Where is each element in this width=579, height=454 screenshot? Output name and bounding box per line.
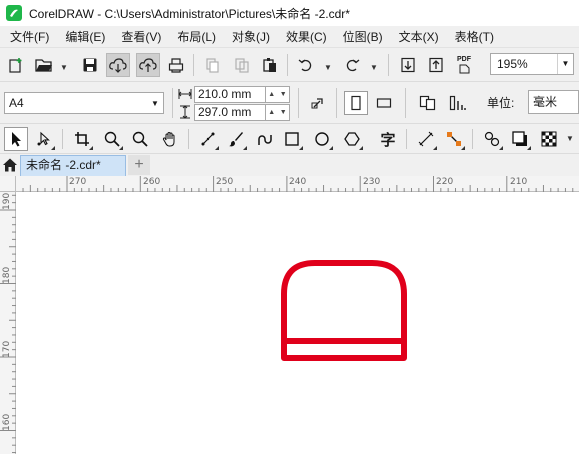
pick-tool-icon[interactable] <box>4 127 28 151</box>
undo-icon[interactable] <box>294 53 318 77</box>
publish-pdf-icon[interactable]: PDF <box>452 53 476 77</box>
toolbox: 字 ▼ <box>0 124 579 154</box>
horizontal-ruler[interactable]: 270 260 250 240 230 220 210 <box>0 176 579 192</box>
menu-view[interactable]: 查看(V) <box>113 26 169 48</box>
rectangle-tool-icon[interactable] <box>280 127 304 151</box>
toolbox-more-icon[interactable]: ▼ <box>566 134 574 143</box>
connector-tool-icon[interactable] <box>442 127 466 151</box>
landscape-icon[interactable] <box>372 91 396 115</box>
ellipse-tool-icon[interactable] <box>310 127 334 151</box>
undo-dropdown-icon[interactable]: ▼ <box>324 63 332 72</box>
title-bar: CorelDRAW - C:\Users\Administrator\Pictu… <box>0 0 579 26</box>
menu-layout[interactable]: 布局(L) <box>169 26 224 48</box>
cloud-download-icon[interactable] <box>106 53 130 77</box>
zoom-level-combo[interactable]: 195% ▼ <box>490 53 574 75</box>
ruler-label-230: 230 <box>363 177 381 187</box>
menu-bitmaps[interactable]: 位图(B) <box>335 26 391 48</box>
redo-icon[interactable] <box>340 53 364 77</box>
cut-icon <box>200 53 224 77</box>
drawing-canvas[interactable]: 270 260 250 240 230 220 210 190 180 170 … <box>0 176 579 454</box>
ruler-label-250: 250 <box>216 177 234 187</box>
add-tab-button[interactable]: + <box>128 155 150 175</box>
import-icon[interactable] <box>396 53 420 77</box>
menu-table[interactable]: 表格(T) <box>447 26 502 48</box>
units-select[interactable]: 毫米 <box>528 90 579 114</box>
current-page-layout-icon[interactable] <box>446 91 470 115</box>
crop-tool-icon[interactable] <box>70 127 94 151</box>
ruler-label-180: 180 <box>2 266 12 284</box>
page-height-field[interactable]: 297.0 mm <box>194 104 266 121</box>
export-icon[interactable] <box>424 53 448 77</box>
page-width-icon <box>178 87 192 104</box>
ruler-label-170: 170 <box>2 340 12 358</box>
ruler-label-160: 160 <box>2 413 12 431</box>
all-pages-icon[interactable] <box>306 91 330 115</box>
blend-tool-icon[interactable] <box>480 127 504 151</box>
home-icon[interactable] <box>0 154 20 176</box>
save-icon[interactable] <box>78 53 102 77</box>
ruler-label-220: 220 <box>436 177 454 187</box>
zoom-level-value[interactable]: 195% <box>491 57 557 71</box>
ruler-origin-corner[interactable] <box>0 176 16 192</box>
menu-file[interactable]: 文件(F) <box>0 26 57 48</box>
portrait-icon[interactable] <box>344 91 368 115</box>
menu-text[interactable]: 文本(X) <box>391 26 447 48</box>
page-height-icon <box>178 105 192 122</box>
red-rounded-shape[interactable] <box>281 260 407 361</box>
parallel-dimension-tool-icon[interactable] <box>414 127 438 151</box>
print-icon[interactable] <box>164 53 188 77</box>
drop-shadow-tool-icon[interactable] <box>508 127 532 151</box>
zoom-tool-icon[interactable] <box>100 127 124 151</box>
open-folder-icon[interactable] <box>32 53 56 77</box>
standard-toolbar: ▼ ▼ ▼ PDF 195% ▼ <box>0 48 579 82</box>
page-size-dropdown-icon[interactable]: ▼ <box>147 99 163 108</box>
shape-tool-icon[interactable] <box>32 127 56 151</box>
paste-icon[interactable] <box>258 53 282 77</box>
window-title: CorelDRAW - C:\Users\Administrator\Pictu… <box>29 6 350 21</box>
ruler-label-240: 240 <box>289 177 307 187</box>
document-tabs: 未命名 -2.cdr* + <box>0 154 579 176</box>
tab-document[interactable]: 未命名 -2.cdr* <box>20 155 126 176</box>
cloud-upload-icon[interactable] <box>136 53 160 77</box>
page-width-field[interactable]: 210.0 mm <box>194 86 266 103</box>
pen-tool-icon[interactable] <box>252 127 276 151</box>
coreldraw-logo-icon <box>6 5 22 21</box>
all-pages-layout-icon[interactable] <box>416 91 440 115</box>
ruler-label-260: 260 <box>143 177 161 187</box>
open-dropdown-icon[interactable]: ▼ <box>60 63 68 72</box>
text-tool-icon[interactable]: 字 <box>376 127 400 151</box>
menu-bar: 文件(F) 编辑(E) 查看(V) 布局(L) 对象(J) 效果(C) 位图(B… <box>0 26 579 48</box>
ruler-label-190: 190 <box>2 192 12 210</box>
page-width-spinner[interactable]: ▲ ▼ <box>266 86 290 103</box>
menu-effects[interactable]: 效果(C) <box>278 26 335 48</box>
ruler-label-210: 210 <box>510 177 528 187</box>
page-height-spinner[interactable]: ▲ ▼ <box>266 104 290 121</box>
transparency-tool-icon[interactable] <box>537 127 561 151</box>
freehand-tool-icon[interactable] <box>196 127 220 151</box>
new-document-icon[interactable] <box>4 53 28 77</box>
artistic-media-tool-icon[interactable] <box>224 127 248 151</box>
pan-zoom-icon[interactable] <box>128 127 152 151</box>
menu-edit[interactable]: 编辑(E) <box>57 26 113 48</box>
zoom-dropdown-icon[interactable]: ▼ <box>557 54 573 74</box>
units-label: 单位: <box>487 96 515 110</box>
redo-dropdown-icon[interactable]: ▼ <box>370 63 378 72</box>
vertical-ruler[interactable]: 190 180 170 160 <box>0 192 16 454</box>
menu-object[interactable]: 对象(J) <box>224 26 278 48</box>
canvas-drawing <box>281 260 407 361</box>
pan-tool-icon[interactable] <box>158 127 182 151</box>
polygon-tool-icon[interactable] <box>340 127 364 151</box>
page-size-value[interactable]: A4 <box>5 96 147 110</box>
page-size-select[interactable]: A4 ▼ <box>4 92 164 114</box>
ruler-label-270: 270 <box>69 177 87 187</box>
copy-icon <box>230 53 254 77</box>
